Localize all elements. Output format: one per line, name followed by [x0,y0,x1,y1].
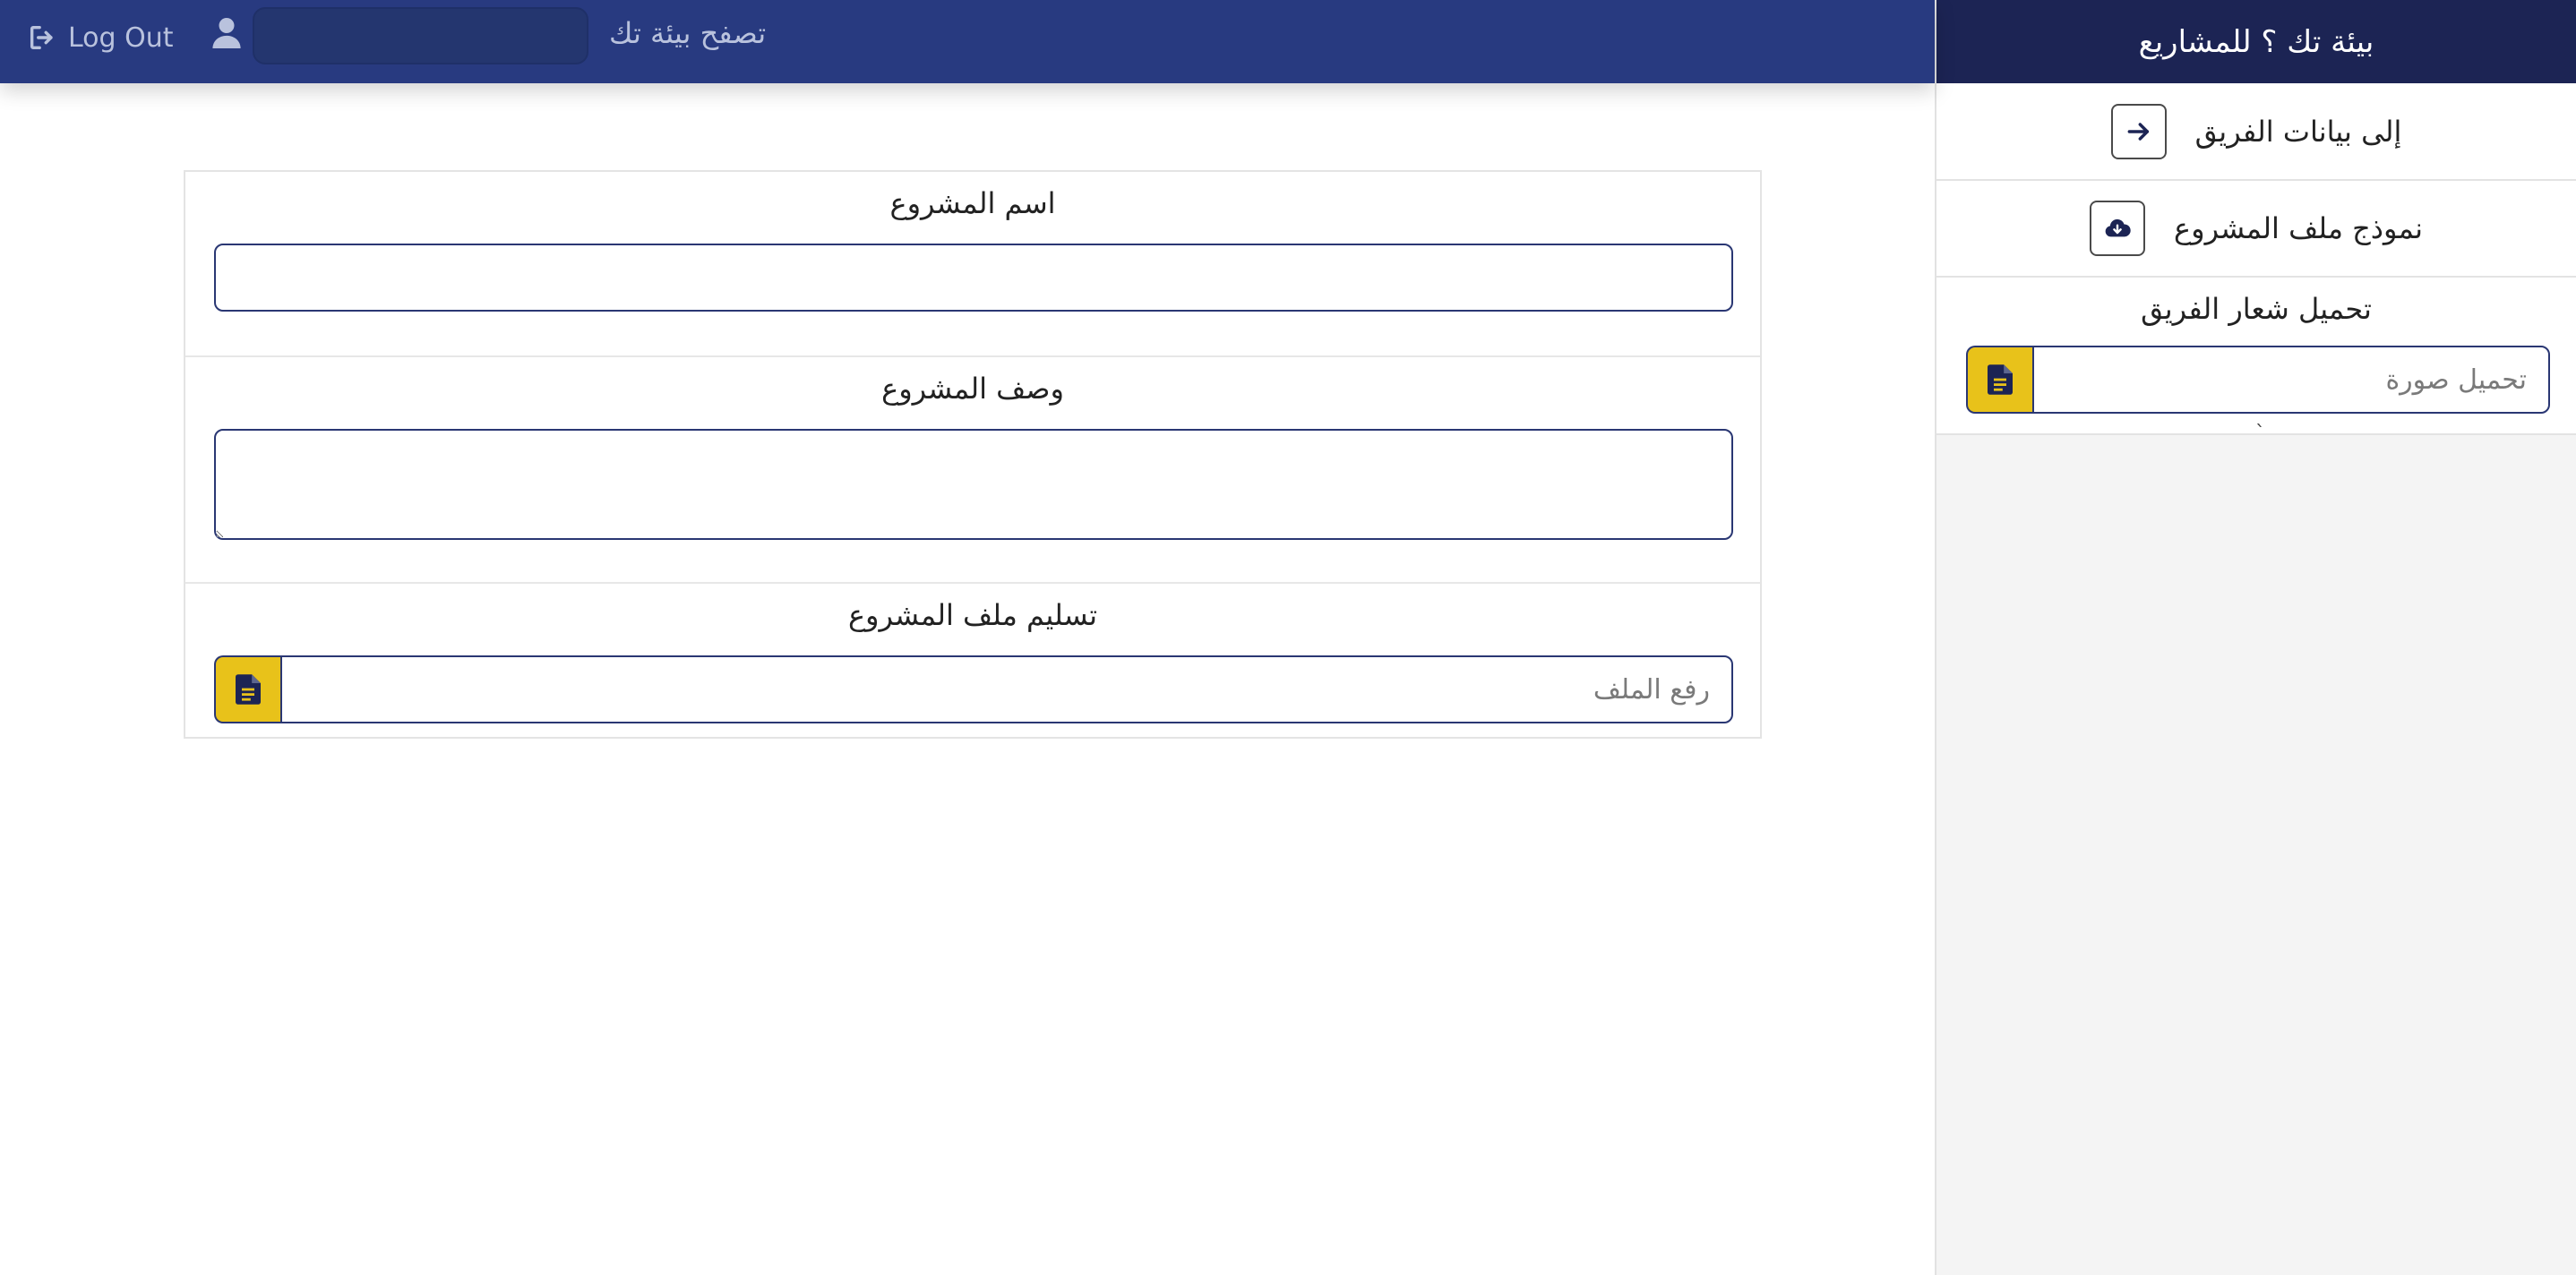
team-logo-upload-section: تحميل شعار الفريق [1936,278,2576,435]
project-description-textarea[interactable] [214,429,1733,540]
file-icon [1988,364,2013,395]
sidebar-item-label: نموذج ملف المشروع [2174,211,2423,245]
project-name-section: اسم المشروع [185,172,1760,357]
team-logo-file-group [1966,346,2550,414]
cloud-download-icon [2105,218,2131,237]
user-icon[interactable] [211,16,242,50]
logout-label: Log Out [68,21,174,54]
project-file-label: تسليم ملف المشروع [847,598,1098,632]
project-description-section: وصف المشروع [185,357,1760,584]
download-template-button[interactable] [2090,201,2146,256]
browse-link[interactable]: تصفح بيئة تك [609,16,766,50]
project-name-label: اسم المشروع [889,186,1056,220]
sidebar-item-team-data[interactable]: إلى بيانات الفريق [1936,83,2576,181]
sidebar: بيئة تك ؟ للمشاريع إلى بيانات الفريق نمو… [1935,0,2576,1275]
team-logo-input[interactable] [2032,346,2550,414]
file-icon [236,674,261,705]
arrow-right-icon [2127,122,2149,141]
sign-out-icon [30,25,53,50]
logout-button[interactable]: Log Out [27,18,174,57]
project-file-group [214,655,1733,723]
top-navbar: Log Out تصفح بيئة تك [0,0,1935,83]
project-file-browse-button[interactable] [214,655,280,723]
project-description-label: وصف المشروع [881,372,1064,406]
navbar-search-input[interactable] [253,7,588,64]
stray-mark: ` [2255,423,2265,445]
project-form: اسم المشروع وصف المشروع تسليم ملف المشرو… [184,170,1762,739]
project-file-input[interactable] [280,655,1733,723]
team-logo-browse-button[interactable] [1966,346,2032,414]
sidebar-item-project-template[interactable]: نموذج ملف المشروع [1936,181,2576,278]
project-name-input[interactable] [214,244,1733,312]
project-file-section: تسليم ملف المشروع [185,584,1760,739]
sidebar-title: بيئة تك ؟ للمشاريع [1936,0,2576,83]
team-data-button[interactable] [2110,103,2167,159]
team-logo-label: تحميل شعار الفريق [2141,292,2372,326]
sidebar-item-label: إلى بيانات الفريق [2194,114,2402,149]
